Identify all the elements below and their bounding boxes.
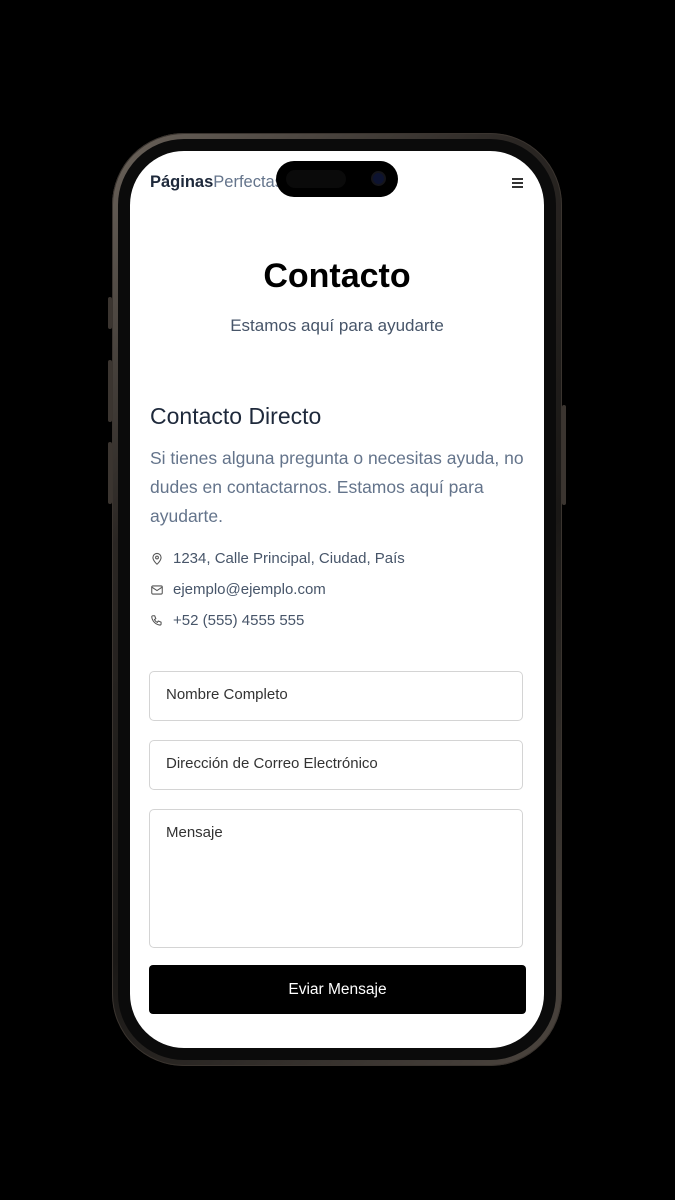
volume-down-button <box>108 442 112 504</box>
email-text: ejemplo@ejemplo.com <box>173 581 326 598</box>
phone-text: +52 (555) 4555 555 <box>173 612 305 629</box>
email-placeholder: Dirección de Correo Electrónico <box>166 755 378 772</box>
email-input[interactable]: Dirección de Correo Electrónico <box>149 740 523 790</box>
section-heading: Contacto Directo <box>150 403 322 429</box>
mail-icon <box>151 585 163 595</box>
address-text: 1234, Calle Principal, Ciudad, País <box>173 550 405 567</box>
island-sensor <box>286 170 346 188</box>
phone-screen: PáginasPerfectas Contacto Estamos aquí p… <box>130 151 544 1048</box>
full-name-placeholder: Nombre Completo <box>166 686 288 703</box>
dynamic-island <box>276 161 398 197</box>
power-button <box>562 405 566 505</box>
section-description: Si tienes alguna pregunta o necesitas ay… <box>150 448 524 526</box>
message-placeholder: Mensaje <box>166 824 223 841</box>
action-button <box>108 297 112 329</box>
brand-light: Perfectas <box>213 173 283 191</box>
map-pin-icon <box>152 552 162 565</box>
front-camera <box>373 173 384 184</box>
hamburger-menu-icon[interactable] <box>510 175 526 191</box>
send-message-button[interactable]: Eviar Mensaje <box>149 965 526 1014</box>
brand-bold: Páginas <box>150 173 214 191</box>
phone-icon <box>151 615 162 626</box>
message-textarea[interactable]: Mensaje <box>149 809 523 948</box>
brand-logo[interactable]: PáginasPerfectas <box>150 173 283 192</box>
page-title: Contacto <box>263 257 411 295</box>
full-name-input[interactable]: Nombre Completo <box>149 671 523 721</box>
page-subtitle: Estamos aquí para ayudarte <box>230 316 444 335</box>
volume-up-button <box>108 360 112 422</box>
